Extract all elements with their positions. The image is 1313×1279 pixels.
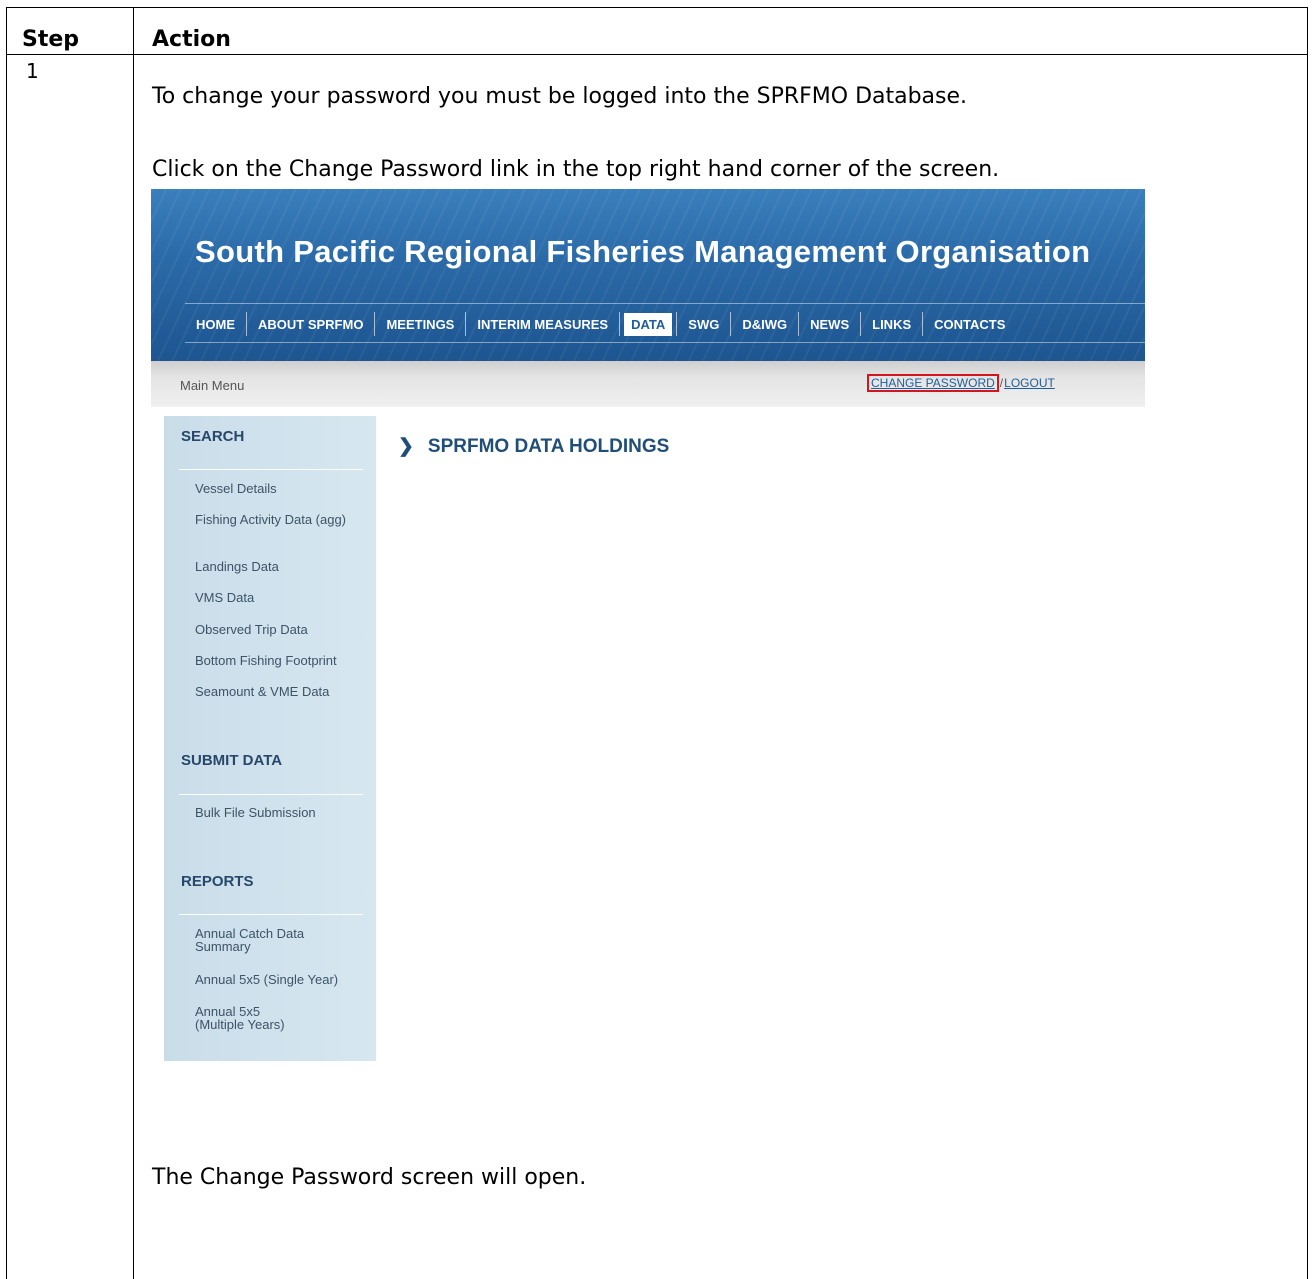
site-title: South Pacific Regional Fisheries Managem…: [195, 234, 1091, 269]
nav-separator: [730, 312, 732, 336]
nav-item-meetings[interactable]: MEETINGS: [379, 313, 461, 336]
nav-item-swg[interactable]: SWG: [681, 313, 726, 336]
nav-item-data[interactable]: DATA: [624, 312, 673, 336]
table-border-left: [6, 7, 7, 1279]
header-action: Action: [152, 27, 231, 52]
account-links: CHANGE PASSWORD /LOGOUT: [867, 374, 1055, 392]
site-banner: South Pacific Regional Fisheries Managem…: [151, 189, 1145, 361]
menu-bar: Main Menu CHANGE PASSWORD /LOGOUT: [151, 361, 1145, 407]
instruction-line-1: To change your password you must be logg…: [152, 84, 968, 109]
main-nav: HOME ABOUT SPRFMO MEETINGS INTERIM MEASURES…: [189, 309, 1012, 339]
link-separator: /: [999, 376, 1004, 390]
logout-link[interactable]: LOGOUT: [1004, 376, 1055, 390]
sidebar-item-bottom-fishing[interactable]: Bottom Fishing Footprint: [195, 654, 373, 667]
sidebar-item-landings[interactable]: Landings Data: [195, 560, 373, 573]
sidebar-item-annual-single[interactable]: Annual 5x5 (Single Year): [195, 973, 373, 986]
sidebar-rule: [179, 469, 363, 470]
nav-separator: [246, 312, 247, 336]
nav-separator: [922, 312, 924, 336]
column-divider: [133, 7, 134, 1279]
nav-separator: [798, 312, 800, 336]
nav-separator: [619, 312, 621, 336]
nav-item-home[interactable]: HOME: [189, 313, 242, 336]
sidebar-item-vms[interactable]: VMS Data: [195, 591, 373, 604]
nav-rule-top: [185, 303, 1145, 304]
nav-item-links[interactable]: LINKS: [865, 313, 918, 336]
table-border-right: [1307, 7, 1308, 1279]
nav-separator: [860, 312, 862, 336]
sidebar-heading-reports: REPORTS: [181, 873, 254, 890]
nav-item-contacts[interactable]: CONTACTS: [927, 313, 1012, 336]
sidebar-item-annual-catch[interactable]: Annual Catch Data Summary: [195, 927, 325, 953]
header-step: Step: [22, 27, 80, 52]
change-password-link[interactable]: CHANGE PASSWORD: [871, 376, 995, 390]
table-border-top: [6, 7, 1308, 8]
sidebar-item-seamount-vme[interactable]: Seamount & VME Data: [195, 685, 373, 698]
sidebar-rule: [179, 794, 363, 795]
nav-separator: [676, 312, 678, 336]
highlight-box: CHANGE PASSWORD: [867, 374, 999, 392]
nav-separator: [374, 312, 376, 336]
sidebar-item-fishing-activity[interactable]: Fishing Activity Data (agg): [195, 513, 373, 526]
header-row-divider: [6, 54, 1308, 55]
embedded-screenshot: South Pacific Regional Fisheries Managem…: [151, 189, 1145, 1064]
sidebar: SEARCH Vessel Details Fishing Activity D…: [164, 416, 376, 1061]
sidebar-item-annual-multiple[interactable]: Annual 5x5 (Multiple Years): [195, 1005, 305, 1031]
main-menu-label: Main Menu: [180, 378, 245, 393]
sidebar-rule: [179, 914, 363, 915]
sidebar-item-bulk-file[interactable]: Bulk File Submission: [195, 806, 373, 819]
instruction-line-2: Click on the Change Password link in the…: [152, 157, 1000, 182]
content-heading-text: SPRFMO DATA HOLDINGS: [427, 436, 670, 457]
chevron-right-icon: ❯: [398, 436, 414, 457]
sidebar-item-vessel-details[interactable]: Vessel Details: [195, 482, 373, 495]
nav-item-about-sprfmo[interactable]: ABOUT SPRFMO: [251, 313, 370, 336]
sidebar-heading-submit: SUBMIT DATA: [181, 752, 283, 769]
sidebar-item-observed-trip[interactable]: Observed Trip Data: [195, 623, 373, 636]
nav-item-d-iwg[interactable]: D&IWG: [735, 313, 794, 336]
sidebar-heading-search: SEARCH: [181, 428, 245, 445]
content-heading: ❯ SPRFMO DATA HOLDINGS: [398, 435, 669, 458]
step-number: 1: [26, 59, 39, 83]
nav-separator: [465, 312, 467, 336]
nav-item-news[interactable]: NEWS: [803, 313, 856, 336]
nav-item-interim-measures[interactable]: INTERIM MEASURES: [470, 313, 615, 336]
nav-rule-bottom: [185, 342, 1145, 343]
instruction-line-3: The Change Password screen will open.: [152, 1165, 587, 1190]
